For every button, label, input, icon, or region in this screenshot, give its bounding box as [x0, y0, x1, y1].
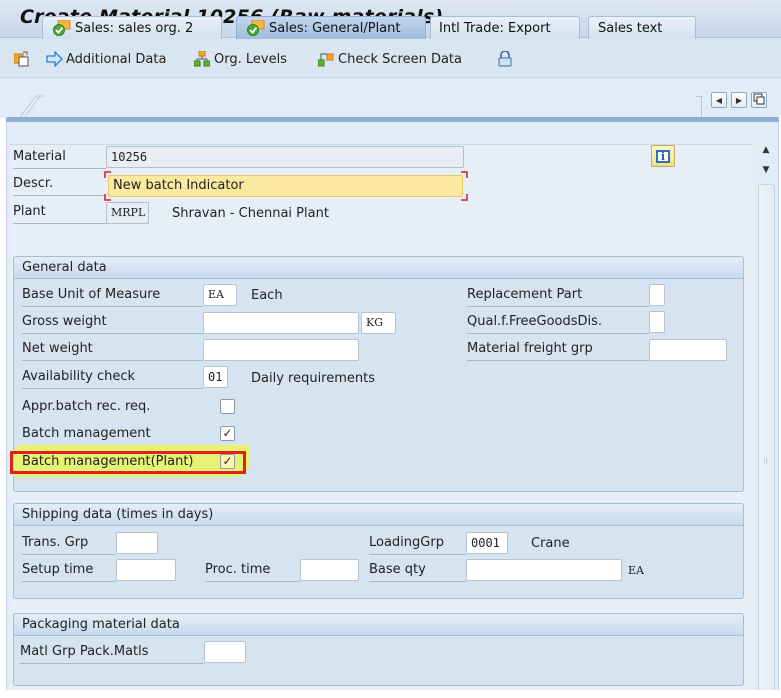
- org-levels-button[interactable]: Org. Levels: [193, 49, 287, 69]
- application-toolbar: Additional Data Org. Levels Check Screen…: [0, 38, 781, 78]
- material-freight-field[interactable]: [649, 339, 727, 361]
- matl-grp-pack-field[interactable]: [204, 641, 246, 663]
- setup-time-label: Setup time: [22, 560, 116, 582]
- additional-data-button[interactable]: Additional Data: [46, 49, 166, 69]
- org-levels-label: Org. Levels: [214, 51, 287, 67]
- status-complete-icon: [247, 19, 265, 36]
- info-icon: i: [656, 149, 670, 163]
- appr-batch-label: Appr.batch rec. req.: [22, 399, 151, 414]
- batch-management-checkbox[interactable]: ✓: [220, 426, 235, 441]
- trans-grp-label: Trans. Grp: [22, 533, 116, 555]
- net-weight-label: Net weight: [22, 339, 203, 361]
- plant-label: Plant: [13, 202, 106, 224]
- loading-grp-field[interactable]: 0001: [466, 532, 508, 554]
- batch-management-plant-checkbox[interactable]: ✓: [220, 454, 235, 469]
- vertical-scrollbar[interactable]: ▲ ▼ ⠿: [756, 140, 776, 692]
- plant-field[interactable]: MRPL: [106, 202, 149, 224]
- material-field[interactable]: 10256: [106, 146, 464, 168]
- descr-label: Descr.: [13, 174, 106, 196]
- check-data-icon: [317, 51, 334, 67]
- proc-time-field[interactable]: [300, 559, 359, 581]
- availability-check-label: Availability check: [22, 367, 203, 389]
- net-weight-field[interactable]: [203, 339, 359, 361]
- tab-next-button[interactable]: ▶: [731, 92, 747, 108]
- lock-icon: [497, 50, 513, 67]
- copy-document-icon: [13, 51, 30, 67]
- base-uom-text: Each: [251, 288, 283, 303]
- loading-grp-label: LoadingGrp: [369, 533, 466, 555]
- tab-stack-right-decoration: [696, 96, 702, 118]
- availability-check-field[interactable]: 01: [203, 366, 228, 388]
- base-uom-field[interactable]: EA: [203, 284, 237, 306]
- base-qty-field[interactable]: [466, 559, 622, 581]
- caret-right-icon: ▶: [735, 95, 743, 105]
- general-data-title: General data: [14, 257, 743, 279]
- packaging-data-title: Packaging material data: [14, 614, 743, 636]
- shipping-data-title: Shipping data (times in days): [14, 504, 743, 526]
- checkmark-icon: ✓: [222, 454, 233, 468]
- scroll-down-button[interactable]: ▼: [756, 162, 776, 178]
- availability-check-text: Daily requirements: [251, 371, 376, 386]
- checkmark-icon: ✓: [222, 426, 233, 440]
- tab-stack-decoration: [19, 94, 50, 118]
- replacement-part-field[interactable]: [649, 284, 665, 306]
- tab-label: Sales: General/Plant: [269, 20, 401, 36]
- loading-grp-text: Crane: [531, 536, 570, 551]
- triangle-up-icon: ▲: [762, 145, 770, 155]
- tab-sales-general-plant[interactable]: Sales: General/Plant: [236, 16, 426, 39]
- tab-intl-trade-export[interactable]: Intl Trade: Export: [430, 16, 580, 39]
- tab-label: Sales: sales org. 2: [75, 20, 194, 36]
- lock-button[interactable]: [497, 49, 513, 69]
- gross-weight-field[interactable]: [203, 312, 359, 334]
- copy-from-button[interactable]: [13, 49, 30, 69]
- gross-weight-label: Gross weight: [22, 312, 203, 334]
- qual-free-goods-label: Qual.f.FreeGoodsDis.: [467, 312, 649, 334]
- proc-time-label: Proc. time: [205, 560, 300, 582]
- tab-sales-text[interactable]: Sales text: [588, 16, 696, 39]
- base-uom-label: Base Unit of Measure: [22, 285, 203, 307]
- replacement-part-label: Replacement Part: [467, 285, 649, 307]
- hierarchy-icon: [193, 50, 211, 67]
- tab-label: Intl Trade: Export: [439, 20, 551, 36]
- setup-time-field[interactable]: [116, 559, 176, 581]
- tab-strip: [0, 78, 781, 118]
- tab-sales-org-2[interactable]: Sales: sales org. 2: [42, 16, 222, 39]
- matl-grp-pack-label: Matl Grp Pack.Matls: [20, 642, 204, 664]
- check-screen-data-label: Check Screen Data: [338, 51, 462, 67]
- info-button[interactable]: i: [651, 145, 675, 167]
- material-freight-label: Material freight grp: [467, 339, 649, 361]
- additional-data-label: Additional Data: [66, 51, 167, 67]
- tab-list-icon: [753, 93, 765, 107]
- base-qty-label: Base qty: [369, 560, 466, 582]
- weight-unit-field[interactable]: KG: [361, 312, 396, 334]
- base-qty-unit: EA: [628, 564, 644, 577]
- grip-icon: ⠿: [763, 458, 769, 466]
- qual-free-goods-field[interactable]: [649, 311, 665, 333]
- batch-management-label: Batch management: [22, 426, 151, 441]
- appr-batch-checkbox[interactable]: [220, 399, 235, 414]
- scroll-up-button[interactable]: ▲: [756, 142, 776, 158]
- tab-label: Sales text: [598, 20, 663, 36]
- bottom-margin: [0, 690, 781, 698]
- arrow-right-icon: [46, 50, 63, 68]
- check-screen-data-button[interactable]: Check Screen Data: [317, 49, 462, 69]
- material-label: Material: [13, 147, 106, 169]
- required-field-markers: [104, 171, 468, 201]
- plant-name: Shravan - Chennai Plant: [172, 206, 329, 221]
- triangle-down-icon: ▼: [762, 165, 770, 175]
- status-complete-icon: [53, 19, 71, 36]
- scroll-thumb[interactable]: ⠿: [758, 184, 775, 692]
- tab-list-button[interactable]: [751, 92, 767, 108]
- trans-grp-field[interactable]: [116, 532, 158, 554]
- caret-left-icon: ◀: [715, 95, 723, 105]
- tab-prev-button[interactable]: ◀: [711, 92, 727, 108]
- batch-management-plant-label: Batch management(Plant): [22, 454, 194, 469]
